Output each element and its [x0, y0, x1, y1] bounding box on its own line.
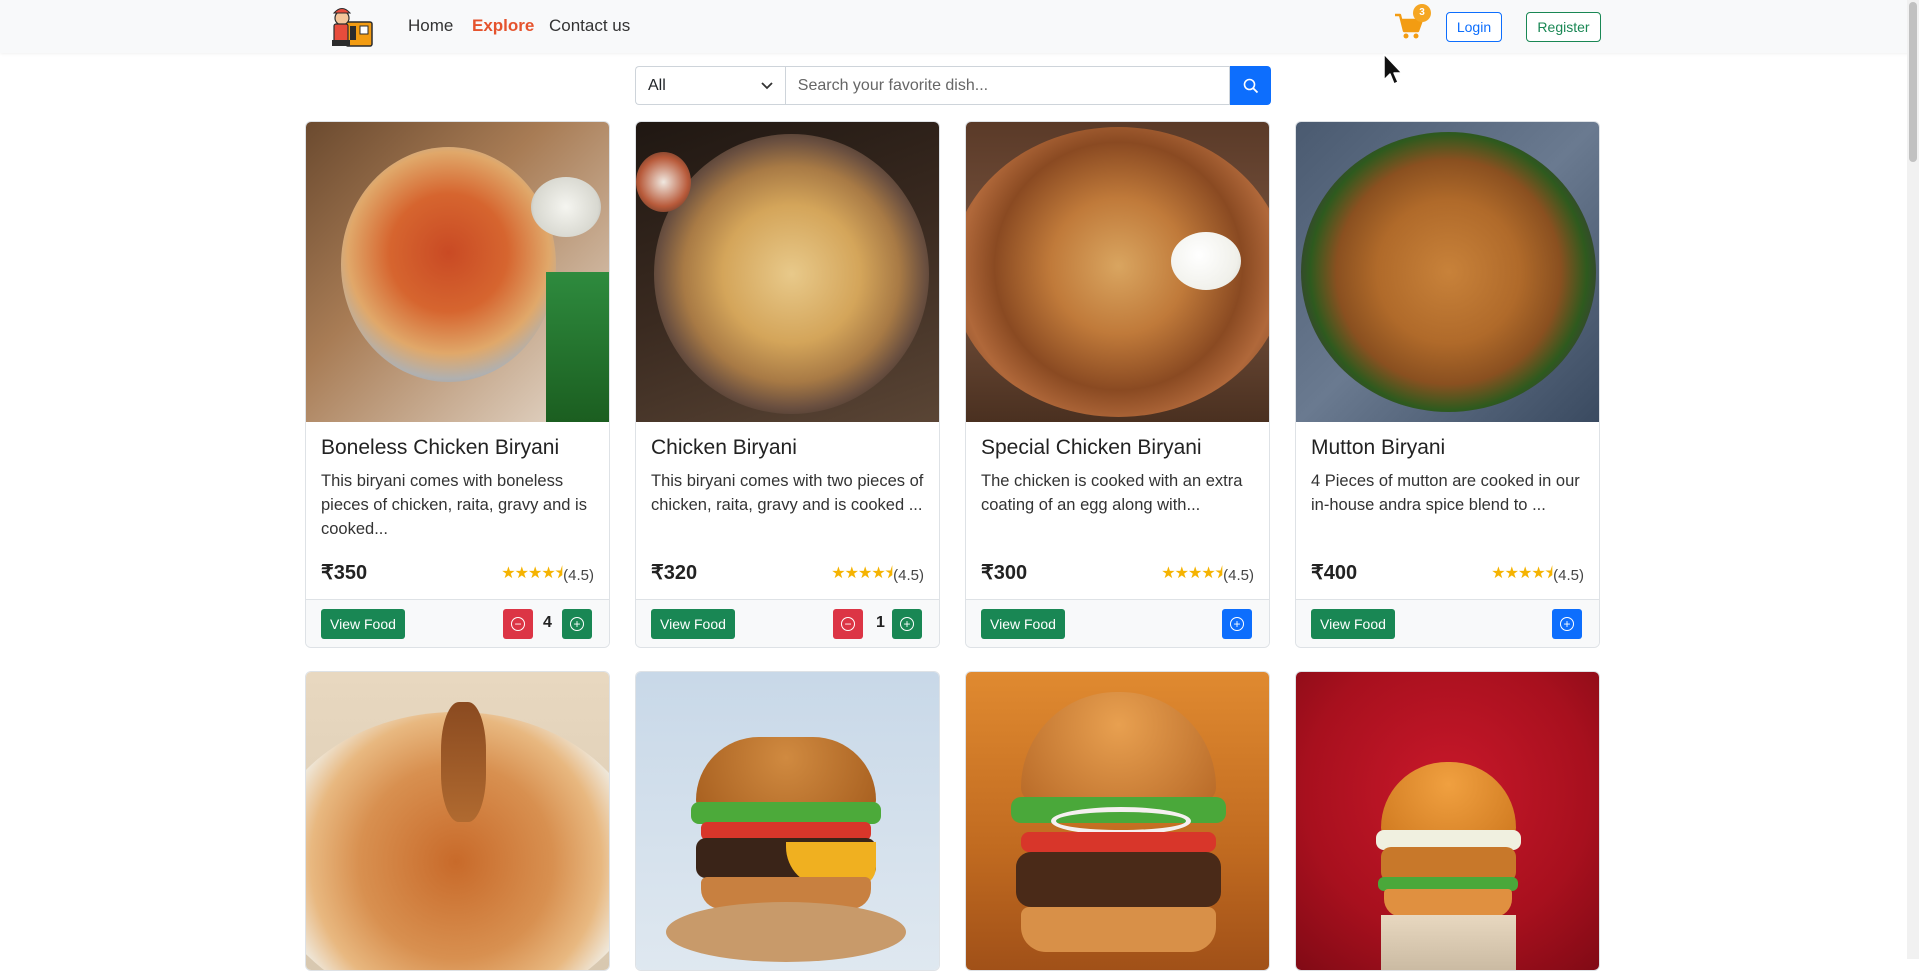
food-title: Boneless Chicken Biryani [321, 436, 560, 459]
food-price: ₹320 [651, 562, 698, 584]
rating-value: (4.5) [563, 567, 594, 584]
plus-circle-icon: + [900, 617, 914, 631]
nav-link-home[interactable]: Home [408, 16, 453, 36]
raita-bowl [636, 152, 691, 212]
food-price: ₹300 [981, 562, 1028, 584]
food-image[interactable] [306, 672, 609, 970]
biryani-photo [1301, 132, 1596, 412]
card-footer: View Food − 4 + [306, 599, 609, 647]
rating-value: (4.5) [1223, 567, 1254, 584]
food-card: Mutton Biryani 4 Pieces of mutton are co… [1295, 121, 1600, 648]
food-image[interactable] [636, 672, 939, 970]
quantity-value: 1 [876, 614, 885, 631]
register-button[interactable]: Register [1526, 12, 1601, 42]
onion [1051, 807, 1191, 835]
biryani-photo [654, 134, 929, 414]
stand [1381, 915, 1516, 970]
navbar: Home Explore Contact us 3 Login Register [0, 0, 1919, 53]
food-card [965, 671, 1270, 971]
patty [1016, 852, 1221, 907]
decrease-quantity-button[interactable]: − [503, 609, 533, 639]
food-card: Boneless Chicken Biryani This biryani co… [305, 121, 610, 648]
food-image[interactable] [1296, 672, 1599, 970]
rating-value: (4.5) [893, 567, 924, 584]
card-footer: View Food + [966, 599, 1269, 647]
card-footer: View Food + [1296, 599, 1599, 647]
search-input[interactable] [784, 66, 1231, 105]
increase-quantity-button[interactable]: + [562, 609, 592, 639]
nav-link-contact[interactable]: Contact us [549, 16, 630, 36]
burger-bun-bottom [1384, 889, 1512, 917]
add-to-cart-button[interactable]: + [1222, 609, 1252, 639]
category-select[interactable]: All [635, 66, 785, 105]
food-image[interactable] [636, 122, 939, 422]
food-title: Mutton Biryani [1311, 436, 1446, 459]
minus-circle-icon: − [511, 617, 525, 631]
food-title: Chicken Biryani [651, 436, 797, 459]
chevron-down-icon [761, 81, 773, 89]
food-price: ₹350 [321, 562, 368, 584]
star-rating-icons: ★★★★⯨ [501, 565, 563, 582]
food-image[interactable] [966, 672, 1269, 970]
burger-bun-top [696, 737, 876, 807]
star-rating-icons: ★★★★⯨ [1161, 565, 1223, 582]
food-description: The chicken is cooked with an extra coat… [981, 472, 1243, 514]
search-button[interactable] [1230, 66, 1271, 105]
quantity-value: 4 [543, 614, 552, 631]
decrease-quantity-button[interactable]: − [833, 609, 863, 639]
view-food-button[interactable]: View Food [981, 609, 1065, 639]
food-description: This biryani comes with two pieces of ch… [651, 472, 924, 514]
food-card [1295, 671, 1600, 971]
view-food-button[interactable]: View Food [321, 609, 405, 639]
food-price: ₹400 [1311, 562, 1358, 584]
star-rating-icons: ★★★★⯨ [1491, 565, 1553, 582]
view-food-button[interactable]: View Food [1311, 609, 1395, 639]
food-title: Special Chicken Biryani [981, 436, 1202, 459]
food-card: Special Chicken Biryani The chicken is c… [965, 121, 1270, 648]
food-image[interactable] [306, 122, 609, 422]
cart-count-badge: 3 [1413, 4, 1431, 22]
scrollbar-thumb[interactable] [1909, 2, 1917, 162]
biryani-photo [341, 147, 556, 382]
egg [1171, 232, 1241, 290]
food-rating: ★★★★⯨ (4.5) [501, 562, 594, 589]
plus-circle-icon: + [1230, 617, 1244, 631]
food-description: This biryani comes with boneless pieces … [321, 472, 587, 538]
chef-delivery-logo[interactable] [328, 4, 376, 48]
food-card [305, 671, 610, 971]
burger-bun-top [1381, 762, 1516, 837]
lettuce [691, 802, 881, 824]
rating-value: (4.5) [1553, 567, 1584, 584]
burger-bun-bottom [1021, 907, 1216, 952]
view-food-button[interactable]: View Food [651, 609, 735, 639]
minus-circle-icon: − [841, 617, 855, 631]
leaf-background [546, 272, 609, 422]
tomato [1021, 832, 1216, 852]
food-rating: ★★★★⯨ (4.5) [831, 562, 924, 589]
food-card: Chicken Biryani This biryani comes with … [635, 121, 940, 648]
login-button[interactable]: Login [1446, 12, 1502, 42]
plus-circle-icon: + [1560, 617, 1574, 631]
food-card [635, 671, 940, 971]
card-footer: View Food − 1 + [636, 599, 939, 647]
burger-bun-top [1021, 692, 1216, 802]
food-rating: ★★★★⯨ (4.5) [1491, 562, 1584, 589]
food-description: 4 Pieces of mutton are cooked in our in-… [1311, 472, 1580, 514]
star-rating-icons: ★★★★⯨ [831, 565, 893, 582]
chicken-leg [441, 702, 486, 822]
search-bar: All [635, 66, 1271, 105]
plus-circle-icon: + [570, 617, 584, 631]
category-select-value: All [648, 76, 666, 94]
search-icon [1243, 78, 1258, 93]
food-image[interactable] [1296, 122, 1599, 422]
mouse-cursor-icon [1383, 53, 1403, 85]
wooden-board [666, 902, 906, 962]
food-image[interactable] [966, 122, 1269, 422]
add-to-cart-button[interactable]: + [1552, 609, 1582, 639]
increase-quantity-button[interactable]: + [892, 609, 922, 639]
raita-bowl [531, 177, 601, 237]
food-rating: ★★★★⯨ (4.5) [1161, 562, 1254, 589]
nav-link-explore[interactable]: Explore [472, 16, 534, 36]
